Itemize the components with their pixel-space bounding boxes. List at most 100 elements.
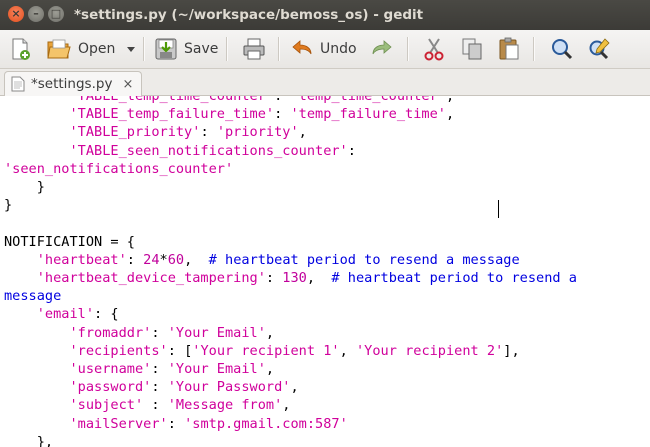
tab-settings-py[interactable]: *settings.py × bbox=[4, 71, 142, 96]
string-token: 'fromaddr' bbox=[69, 324, 152, 341]
toolbar-separator bbox=[226, 37, 228, 61]
code-line[interactable]: 'seen_notifications_counter' bbox=[4, 160, 577, 178]
open-label: Open bbox=[78, 41, 116, 57]
maximize-window-button[interactable]: □ bbox=[48, 6, 64, 22]
code-token: , bbox=[445, 106, 455, 123]
code-token: : bbox=[265, 270, 283, 287]
code-line[interactable]: 'TABLE_priority': 'priority', bbox=[4, 123, 577, 141]
code-line[interactable]: 'password': 'Your Password', bbox=[4, 378, 577, 396]
undo-arrow-icon bbox=[292, 40, 312, 55]
code-line[interactable]: 'fromaddr': 'Your Email', bbox=[4, 324, 577, 342]
code-token: : bbox=[200, 124, 217, 141]
comment-token: # heartbeat period to resend a bbox=[331, 270, 577, 287]
code-token: , bbox=[445, 96, 455, 104]
tab-label: *settings.py bbox=[31, 76, 113, 92]
code-line[interactable]: NOTIFICATION = { bbox=[4, 233, 577, 251]
code-token: : [ bbox=[167, 342, 193, 359]
string-token: 'temp_failure_time' bbox=[290, 106, 446, 123]
code-content[interactable]: 'TABLE_temp_time_counter': 'temp_time_co… bbox=[4, 96, 577, 447]
code-token: ], bbox=[503, 342, 520, 359]
code-line[interactable]: 'TABLE_temp_failure_time': 'temp_failure… bbox=[4, 105, 577, 123]
print-icon bbox=[243, 38, 265, 60]
string-token: 'TABLE_temp_failure_time' bbox=[69, 106, 275, 123]
text-cursor bbox=[498, 200, 499, 218]
code-line[interactable]: 'heartbeat': 24*60, # heartbeat period t… bbox=[4, 251, 577, 269]
code-token: : bbox=[151, 324, 168, 341]
code-token: : bbox=[274, 106, 291, 123]
code-line[interactable]: message bbox=[4, 287, 577, 305]
code-line[interactable]: 'subject' : 'Message from', bbox=[4, 396, 577, 414]
number-token: 60 bbox=[167, 251, 185, 268]
open-folder-icon bbox=[47, 39, 71, 59]
number-token: 130 bbox=[282, 270, 307, 287]
comment-token: # heartbeat period to resend a message bbox=[208, 251, 520, 268]
string-token: 'temp_time_counter' bbox=[290, 96, 446, 104]
code-token: }, bbox=[4, 433, 54, 447]
toolbar-separator bbox=[533, 37, 535, 61]
string-token: 'subject' bbox=[69, 397, 144, 414]
toolbar: Open Save Undo bbox=[0, 30, 650, 69]
close-window-button[interactable]: × bbox=[8, 6, 24, 22]
code-line[interactable]: } bbox=[4, 178, 577, 196]
find-replace-button[interactable] bbox=[587, 30, 611, 68]
code-line[interactable]: 'username': 'Your Email', bbox=[4, 360, 577, 378]
tab-bar: *settings.py × bbox=[0, 69, 650, 96]
string-token: 'username' bbox=[69, 361, 152, 378]
code-line[interactable]: 'TABLE_temp_time_counter': 'temp_time_co… bbox=[4, 96, 577, 105]
code-line[interactable]: 'email': { bbox=[4, 305, 577, 323]
undo-button[interactable]: Undo bbox=[290, 30, 357, 68]
code-token: , bbox=[306, 270, 332, 287]
redo-arrow-icon bbox=[372, 40, 392, 55]
code-token: * bbox=[159, 251, 168, 268]
cut-button[interactable] bbox=[423, 30, 445, 68]
string-token: 'priority' bbox=[216, 124, 299, 141]
paste-button[interactable] bbox=[497, 30, 521, 68]
toolbar-separator bbox=[143, 37, 145, 61]
copy-button[interactable] bbox=[460, 30, 484, 68]
string-token: 'heartbeat_device_tampering' bbox=[36, 270, 266, 287]
minimize-window-button[interactable]: – bbox=[28, 6, 44, 22]
open-dropdown-button[interactable] bbox=[126, 30, 136, 68]
code-token: : bbox=[151, 361, 168, 378]
code-line[interactable]: }, bbox=[4, 433, 577, 447]
code-line[interactable]: 'heartbeat_device_tampering': 130, # hea… bbox=[4, 269, 577, 287]
string-token: 'Your Email' bbox=[167, 324, 266, 341]
save-button[interactable]: Save bbox=[154, 30, 218, 68]
string-token: 'seen_notifications_counter' bbox=[4, 160, 234, 177]
code-token: , bbox=[282, 397, 291, 414]
tab-close-button[interactable]: × bbox=[122, 77, 133, 92]
new-document-button[interactable] bbox=[8, 30, 32, 68]
code-line[interactable]: 'recipients': ['Your recipient 1', 'Your… bbox=[4, 342, 577, 360]
text-file-icon bbox=[11, 76, 25, 92]
code-token: , bbox=[184, 251, 209, 268]
print-button[interactable] bbox=[242, 30, 266, 68]
save-label: Save bbox=[184, 41, 219, 57]
code-line[interactable]: 'TABLE_seen_notifications_counter': bbox=[4, 142, 577, 160]
redo-button[interactable] bbox=[370, 30, 394, 68]
code-token: , bbox=[290, 379, 299, 396]
undo-label: Undo bbox=[320, 41, 357, 57]
save-icon bbox=[155, 38, 177, 60]
find-button[interactable] bbox=[550, 30, 574, 68]
code-line[interactable]: ​ bbox=[4, 214, 577, 232]
code-line[interactable]: 'mailServer': 'smtp.gmail.com:587' bbox=[4, 415, 577, 433]
chevron-down-icon bbox=[127, 47, 135, 52]
text-editor[interactable]: 'TABLE_temp_time_counter': 'temp_time_co… bbox=[0, 96, 650, 447]
open-button[interactable]: Open bbox=[46, 30, 115, 68]
code-line[interactable]: } bbox=[4, 196, 577, 214]
code-token: NOTIFICATION = { bbox=[4, 233, 135, 250]
code-token: : bbox=[167, 415, 185, 432]
string-token: 'smtp.gmail.com:587' bbox=[184, 415, 348, 432]
code-token: : { bbox=[94, 306, 119, 323]
code-token: } bbox=[4, 197, 13, 214]
magnifier-icon bbox=[552, 39, 573, 60]
